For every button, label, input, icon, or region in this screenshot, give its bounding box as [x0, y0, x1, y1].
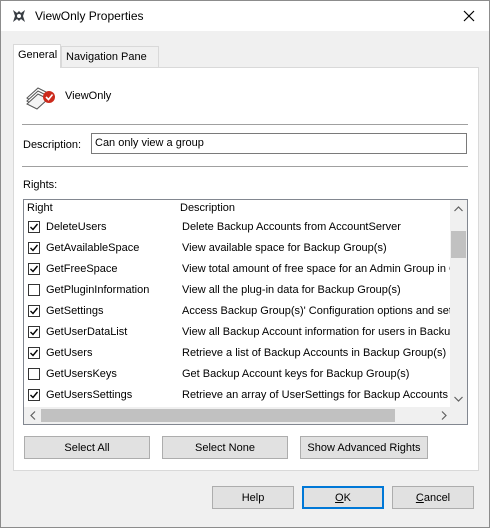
checkbox[interactable] — [28, 263, 40, 275]
list-item[interactable]: GetAvailableSpace View available space f… — [24, 238, 452, 259]
scroll-left-icon[interactable] — [24, 407, 41, 424]
right-description: View all Backup Account information for … — [182, 326, 452, 338]
list-item[interactable]: DeleteUsers Delete Backup Accounts from … — [24, 217, 452, 238]
close-button[interactable] — [459, 7, 479, 27]
list-item[interactable]: GetUserDataList View all Backup Account … — [24, 322, 452, 343]
vertical-scrollbar[interactable] — [450, 200, 467, 407]
scroll-up-icon[interactable] — [450, 200, 467, 217]
list-header: Right Description — [24, 200, 452, 217]
right-name: DeleteUsers — [46, 221, 107, 233]
window-title: ViewOnly Properties — [35, 9, 144, 23]
scrollbar-corner — [450, 407, 467, 424]
description-label: Description: — [23, 139, 82, 151]
checkmark-icon — [30, 244, 39, 252]
select-none-button[interactable]: Select None — [162, 436, 288, 459]
description-field[interactable]: Can only view a group — [91, 133, 467, 154]
checkmark-icon — [30, 223, 39, 231]
cancel-label-rest: ancel — [423, 491, 451, 504]
divider — [22, 166, 468, 167]
general-tab-panel: ViewOnly Description: Can only view a gr… — [13, 67, 479, 471]
checkbox[interactable] — [28, 242, 40, 254]
checkmark-icon — [30, 328, 39, 336]
right-description: View available space for Backup Group(s) — [182, 242, 387, 254]
right-name: GetSettings — [46, 305, 104, 317]
right-name: GetPluginInformation — [46, 284, 150, 296]
checkmark-icon — [30, 349, 39, 357]
show-advanced-rights-button[interactable]: Show Advanced Rights — [300, 436, 428, 459]
close-icon — [463, 10, 475, 25]
right-description: Get Backup Account keys for Backup Group… — [182, 368, 410, 380]
list-item[interactable]: GetFreeSpace View total amount of free s… — [24, 259, 452, 280]
right-name: GetUsersSettings — [46, 389, 133, 401]
ok-mnemonic: O — [335, 491, 344, 504]
cancel-mnemonic: C — [415, 491, 424, 504]
checkbox[interactable] — [28, 221, 40, 233]
right-name: GetUsers — [46, 347, 93, 359]
list-body: DeleteUsers Delete Backup Accounts from … — [24, 217, 452, 407]
help-button[interactable]: Help — [212, 486, 294, 509]
checkbox[interactable] — [28, 347, 40, 359]
title-bar[interactable]: ViewOnly Properties — [1, 1, 489, 31]
right-name: GetAvailableSpace — [46, 242, 140, 254]
list-item[interactable]: GetPluginInformation View all the plug-i… — [24, 280, 452, 301]
right-description: Retrieve an array of UserSettings for Ba… — [182, 389, 448, 401]
list-item[interactable]: GetUsersSettings Retrieve an array of Us… — [24, 385, 452, 406]
divider — [22, 124, 468, 125]
ok-button[interactable]: OK — [302, 486, 384, 509]
column-header-description[interactable]: Description — [180, 202, 235, 214]
right-description: View all the plug-in data for Backup Gro… — [182, 284, 401, 296]
checkbox[interactable] — [28, 305, 40, 317]
right-description: Retrieve a list of Backup Accounts in Ba… — [182, 347, 447, 359]
tab-navigation-pane[interactable]: Navigation Pane — [61, 46, 159, 67]
checkbox[interactable] — [28, 284, 40, 296]
cancel-button[interactable]: Cancel — [392, 486, 474, 509]
tab-general[interactable]: General — [13, 44, 61, 68]
checkmark-icon — [30, 265, 39, 273]
scroll-down-icon[interactable] — [450, 390, 467, 407]
checkbox[interactable] — [28, 368, 40, 380]
right-name: GetUserDataList — [46, 326, 128, 338]
right-name: GetFreeSpace — [46, 263, 118, 275]
checkmark-icon — [30, 391, 39, 399]
list-item[interactable]: GetSettings Access Backup Group(s)' Conf… — [24, 301, 452, 322]
vertical-scroll-thumb[interactable] — [451, 231, 466, 258]
checkbox[interactable] — [28, 326, 40, 338]
ok-label-rest: K — [343, 491, 351, 504]
select-all-button[interactable]: Select All — [24, 436, 150, 459]
checkmark-icon — [30, 307, 39, 315]
right-description: Delete Backup Accounts from AccountServe… — [182, 221, 401, 233]
right-description: View total amount of free space for an A… — [182, 263, 452, 275]
properties-dialog: ViewOnly Properties General Navigation P… — [0, 0, 490, 528]
rights-list[interactable]: Right Description DeleteUsers Delete Bac… — [23, 199, 468, 425]
rights-label: Rights: — [23, 179, 58, 191]
group-name: ViewOnly — [65, 90, 112, 102]
right-name: GetUsersKeys — [46, 368, 117, 380]
checkbox[interactable] — [28, 389, 40, 401]
right-description: Access Backup Group(s)' Configuration op… — [182, 305, 452, 317]
lotus-icon — [11, 8, 27, 24]
horizontal-scrollbar[interactable] — [24, 407, 452, 424]
column-header-right[interactable]: Right — [27, 202, 53, 214]
list-item[interactable]: GetUsers Retrieve a list of Backup Accou… — [24, 343, 452, 364]
list-item[interactable]: GetUsersKeys Get Backup Account keys for… — [24, 364, 452, 385]
group-icon — [24, 82, 58, 110]
horizontal-scroll-thumb[interactable] — [41, 409, 395, 422]
